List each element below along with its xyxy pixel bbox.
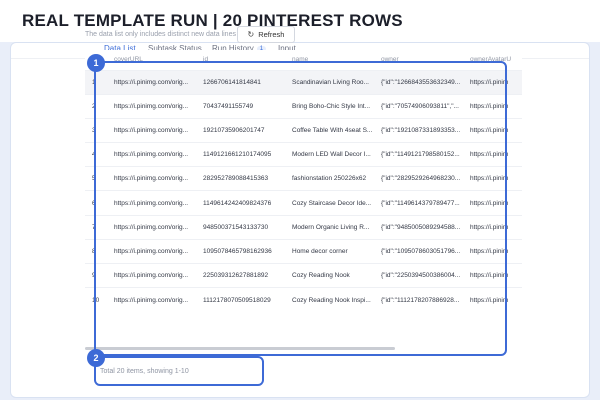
refresh-icon: ↻ <box>247 29 255 39</box>
info-text: The data list only includes distinct new… <box>85 31 236 38</box>
annotation-marker-2: 2 <box>87 349 105 367</box>
refresh-button[interactable]: ↻ Refresh <box>237 26 295 43</box>
highlight-box-footer <box>94 356 264 386</box>
annotation-marker-1: 1 <box>87 54 105 72</box>
highlight-box-table <box>94 61 507 356</box>
banner-title: REAL TEMPLATE RUN | 20 PINTEREST ROWS <box>22 11 403 30</box>
refresh-label: Refresh <box>258 30 285 39</box>
